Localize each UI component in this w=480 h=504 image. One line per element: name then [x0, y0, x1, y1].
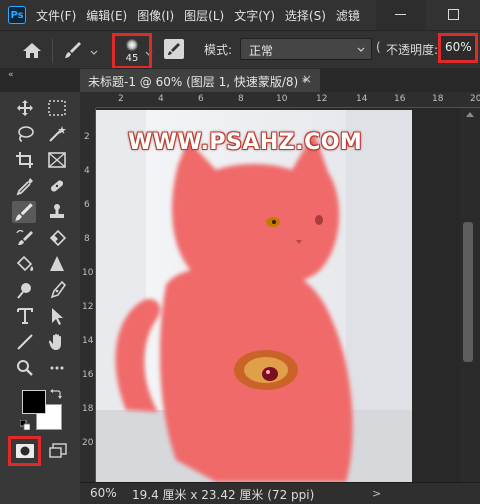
swap-colors-icon[interactable]: [50, 388, 62, 400]
ruler-label: 14: [356, 94, 368, 104]
more-tools-icon[interactable]: [46, 358, 68, 378]
brush-preset-picker[interactable]: 45: [112, 33, 152, 69]
clone-stamp-tool-icon[interactable]: [46, 202, 68, 222]
foreground-color-swatch[interactable]: [22, 390, 46, 414]
path-selection-tool-icon[interactable]: [46, 306, 68, 326]
history-brush-tool-icon[interactable]: [14, 228, 36, 248]
document-info: 19.4 厘米 x 23.42 厘米 (72 ppi): [132, 488, 315, 502]
eraser-tool-icon[interactable]: [46, 228, 68, 248]
blend-mode-chevron-down-icon: [357, 47, 365, 52]
collapse-panels-icon[interactable]: «: [8, 70, 14, 80]
opacity-label: 不透明度:: [386, 43, 439, 57]
ruler-label: 18: [432, 94, 444, 104]
document-tab[interactable]: 未标题-1 @ 60% (图层 1, 快速蒙版/8) * ×: [80, 69, 320, 92]
move-tool-icon[interactable]: [14, 98, 36, 118]
brush-size-value: 45: [125, 53, 139, 64]
ruler-corner[interactable]: [80, 92, 96, 108]
vertical-scroll-thumb[interactable]: [463, 222, 473, 362]
zoom-level[interactable]: 60%: [90, 486, 117, 500]
ruler-label: 4: [158, 94, 164, 104]
ruler-label: 6: [198, 94, 204, 104]
tool-preset-chevron-down-icon[interactable]: [90, 46, 98, 55]
mode-label: 模式:: [204, 43, 233, 57]
ruler-label: 16: [394, 94, 406, 104]
healing-brush-tool-icon[interactable]: [46, 176, 68, 196]
menu-layer[interactable]: 图层(L): [184, 7, 224, 24]
menu-type[interactable]: 文字(Y): [234, 7, 275, 24]
menu-bar: Ps 文件(F) 编辑(E) 图像(I) 图层(L) 文字(Y) 选择(S) 滤…: [0, 0, 480, 30]
vertical-ruler[interactable]: 2 4 6 8 10 12 14 16 18 20: [80, 108, 96, 482]
blend-mode-select[interactable]: 正常: [240, 38, 372, 60]
magic-wand-tool-icon[interactable]: [46, 124, 68, 144]
minimize-icon: [395, 14, 406, 15]
menu-file[interactable]: 文件(F): [36, 7, 76, 24]
blur-tool-icon[interactable]: [46, 254, 68, 274]
brush-tool-icon[interactable]: [62, 40, 84, 60]
maximize-button[interactable]: [426, 0, 480, 30]
opacity-field[interactable]: 60%: [438, 33, 478, 63]
ruler-label: 12: [316, 94, 328, 104]
status-bar: 60% 19.4 厘米 x 23.42 厘米 (72 ppi) >: [80, 482, 480, 504]
ruler-label: 6: [84, 200, 90, 210]
zoom-tool-icon[interactable]: [14, 358, 36, 378]
horizontal-ruler[interactable]: 2 4 6 8 10 12 14 16 18 20: [96, 92, 480, 108]
ruler-label: 14: [82, 336, 94, 346]
status-menu-chevron-icon[interactable]: >: [372, 487, 381, 500]
line-tool-icon[interactable]: [14, 332, 36, 352]
ruler-label: 16: [82, 370, 94, 380]
brush-tool-active-icon[interactable]: [12, 201, 36, 223]
default-colors-icon[interactable]: [19, 419, 31, 431]
ruler-label: 12: [82, 302, 94, 312]
ruler-label: 4: [84, 166, 90, 176]
minimize-button[interactable]: [376, 0, 426, 30]
dodge-tool-icon[interactable]: [14, 280, 36, 300]
crop-tool-icon[interactable]: [14, 150, 36, 170]
ruler-label: 18: [82, 404, 94, 414]
home-icon[interactable]: [20, 40, 44, 60]
ruler-label: 2: [118, 94, 124, 104]
menu-items: 文件(F) 编辑(E) 图像(I) 图层(L) 文字(Y) 选择(S) 滤镜: [36, 0, 370, 30]
ruler-label: 20: [82, 438, 94, 448]
brush-settings-panel-button[interactable]: [164, 39, 184, 59]
document-canvas[interactable]: [96, 110, 412, 482]
options-separator: [52, 39, 53, 63]
brush-tip-preview: [126, 39, 138, 51]
screen-mode-icon[interactable]: [48, 442, 68, 460]
menu-select[interactable]: 选择(S): [285, 7, 326, 24]
ruler-label: 2: [84, 132, 90, 142]
ruler-label: 10: [276, 94, 288, 104]
quick-mask-button[interactable]: [8, 436, 41, 466]
quick-mask-icon: [16, 444, 34, 458]
watermark-text: WWW.PSAHZ.COM: [128, 130, 363, 155]
marquee-tool-icon[interactable]: [46, 98, 68, 118]
opacity-pressure-icon[interactable]: (: [376, 40, 381, 54]
lasso-tool-icon[interactable]: [14, 124, 36, 144]
maximize-icon: [448, 9, 459, 20]
ruler-label: 20: [470, 94, 480, 104]
ruler-label: 8: [238, 94, 244, 104]
blend-mode-value: 正常: [249, 44, 274, 58]
eyedropper-tool-icon[interactable]: [14, 176, 36, 196]
document-tab-title: 未标题-1 @ 60% (图层 1, 快速蒙版/8) *: [88, 75, 309, 89]
close-tab-icon[interactable]: ×: [302, 72, 312, 86]
paint-bucket-tool-icon[interactable]: [14, 254, 36, 274]
frame-tool-icon[interactable]: [46, 150, 68, 170]
menu-edit[interactable]: 编辑(E): [86, 7, 127, 24]
photoshop-logo[interactable]: Ps: [8, 6, 26, 24]
cat-image: [96, 110, 412, 482]
ruler-label: 10: [82, 268, 94, 278]
menu-filter[interactable]: 滤镜: [336, 7, 360, 24]
scroll-up-icon[interactable]: [466, 112, 474, 117]
menu-image[interactable]: 图像(I): [137, 7, 174, 24]
ruler-label: 8: [84, 234, 90, 244]
type-tool-icon[interactable]: [14, 306, 36, 326]
pen-tool-icon[interactable]: [46, 280, 68, 300]
hand-tool-icon[interactable]: [46, 332, 68, 352]
opacity-value: 60%: [445, 40, 472, 54]
